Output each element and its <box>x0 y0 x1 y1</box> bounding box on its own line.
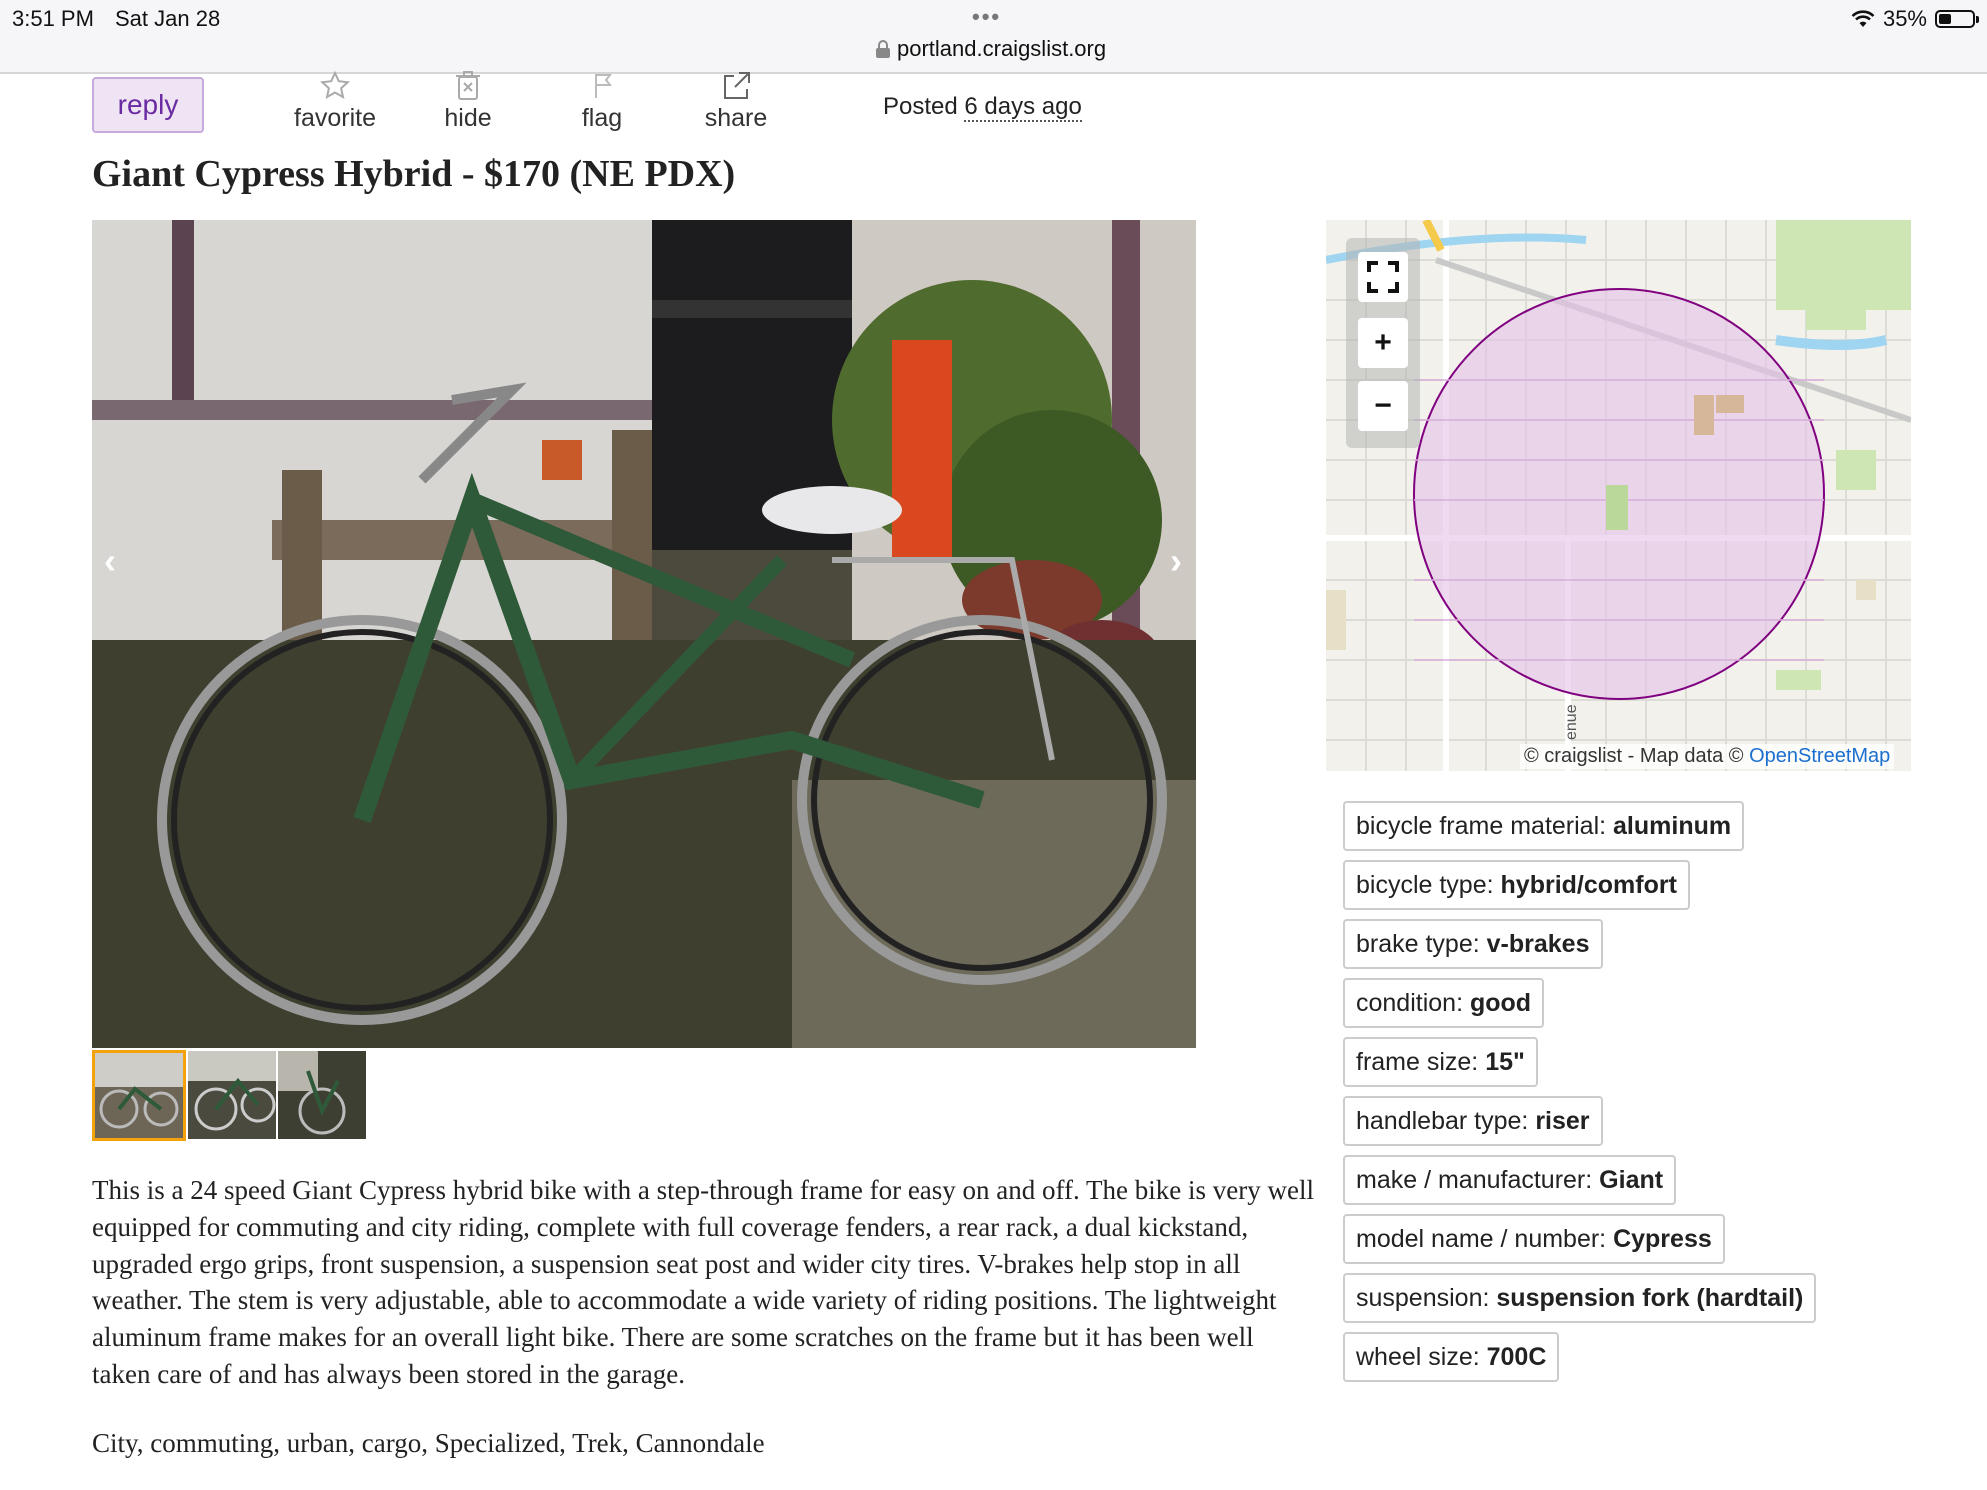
wifi-icon <box>1851 10 1875 27</box>
thumbnail-3[interactable] <box>278 1051 366 1139</box>
lock-icon <box>876 40 890 58</box>
attribute-item: model name / number: Cypress <box>1343 1214 1725 1264</box>
flag-button[interactable]: flag <box>547 70 657 133</box>
attribute-item: brake type: v-brakes <box>1343 919 1603 969</box>
thumbnail-1[interactable] <box>92 1050 186 1141</box>
flag-label: flag <box>581 104 623 132</box>
attribute-label: bicycle frame material: <box>1356 812 1607 840</box>
attribute-label: bicycle type: <box>1356 871 1494 899</box>
posted-prefix: Posted <box>883 93 958 120</box>
attribute-value: hybrid/comfort <box>1500 871 1677 899</box>
favorite-button[interactable]: favorite <box>280 70 390 133</box>
attribute-item: bicycle frame material: aluminum <box>1343 801 1745 851</box>
zoom-in-button[interactable]: + <box>1358 318 1408 368</box>
attribute-item: make / manufacturer: Giant <box>1343 1155 1677 1205</box>
share-label: share <box>704 104 768 132</box>
bicycle-photo <box>92 220 1196 1048</box>
attribute-value: aluminum <box>1613 812 1732 840</box>
share-icon <box>724 72 750 99</box>
attribute-item: condition: good <box>1343 978 1545 1028</box>
attribute-value: v-brakes <box>1486 930 1590 958</box>
star-icon <box>319 70 351 99</box>
attribute-value: Giant <box>1599 1166 1664 1194</box>
attribute-item: handlebar type: riser <box>1343 1096 1603 1146</box>
map-attribution: © craigslist - Map data © OpenStreetMap <box>1520 744 1895 769</box>
posting-title: Giant Cypress Hybrid - $170 (NE PDX) <box>92 153 736 195</box>
status-time: 3:51 PM <box>12 6 94 31</box>
map-street-label: enue <box>1563 704 1580 740</box>
attribute-label: model name / number: <box>1356 1225 1607 1253</box>
attribute-value: Cypress <box>1613 1225 1712 1253</box>
reply-button[interactable]: reply <box>92 77 204 133</box>
hide-label: hide <box>444 104 492 132</box>
attribute-value: 15" <box>1485 1048 1525 1076</box>
attribute-value: good <box>1469 989 1532 1017</box>
attribute-label: frame size: <box>1356 1048 1479 1076</box>
attribute-item: frame size: 15" <box>1343 1037 1538 1087</box>
openstreetmap-link[interactable]: OpenStreetMap <box>1749 745 1890 767</box>
status-indicators: 35% <box>1851 6 1979 32</box>
attribute-item: bicycle type: hybrid/comfort <box>1343 860 1690 910</box>
next-image-button[interactable]: › <box>1170 540 1182 582</box>
attribute-list: bicycle frame material: aluminum bicycle… <box>1343 801 1817 1391</box>
attribute-label: suspension: <box>1356 1284 1490 1312</box>
share-button[interactable]: share <box>681 70 791 133</box>
attribute-label: condition: <box>1356 989 1464 1017</box>
attribute-label: make / manufacturer: <box>1356 1166 1593 1194</box>
fullscreen-icon <box>1367 261 1399 293</box>
posted-ago[interactable]: 6 days ago <box>964 93 1082 122</box>
multitask-dots-icon[interactable]: ••• <box>972 4 1001 30</box>
status-date: Sat Jan 28 <box>115 6 221 31</box>
zoom-out-button[interactable]: − <box>1358 381 1408 431</box>
url-text: portland.craigslist.org <box>897 36 1107 61</box>
thumbnail-strip <box>92 1050 366 1141</box>
favorite-label: favorite <box>294 104 376 132</box>
trash-icon <box>456 71 480 100</box>
previous-image-button[interactable]: ‹ <box>104 540 116 582</box>
hide-button[interactable]: hide <box>413 70 523 133</box>
fullscreen-button[interactable] <box>1358 252 1408 302</box>
map-attribution-text: © craigslist - Map data © <box>1524 745 1744 767</box>
posted-date: Posted 6 days ago <box>883 93 1082 122</box>
attribute-value: suspension fork (hardtail) <box>1496 1284 1804 1312</box>
flag-icon <box>595 74 613 98</box>
attribute-label: wheel size: <box>1356 1343 1480 1371</box>
thumbnail-2[interactable] <box>188 1051 276 1139</box>
battery-icon <box>1935 10 1979 28</box>
main-photo[interactable] <box>92 220 1196 1048</box>
address-bar[interactable]: portland.craigslist.org <box>875 36 1106 62</box>
attribute-label: handlebar type: <box>1356 1107 1529 1135</box>
attribute-item: suspension: suspension fork (hardtail) <box>1343 1273 1817 1323</box>
attribute-value: riser <box>1535 1107 1590 1135</box>
attribute-value: 700C <box>1486 1343 1547 1371</box>
posting-body: This is a 24 speed Giant Cypress hybrid … <box>92 1175 1314 1389</box>
battery-percent: 35% <box>1882 6 1927 31</box>
browser-status-bar: 3:51 PM Sat Jan 28 ••• portland.craigsli… <box>0 0 1987 74</box>
attribute-label: brake type: <box>1356 930 1480 958</box>
posting-tags: City, commuting, urban, cargo, Specializ… <box>92 1428 765 1458</box>
attribute-item: wheel size: 700C <box>1343 1332 1560 1382</box>
